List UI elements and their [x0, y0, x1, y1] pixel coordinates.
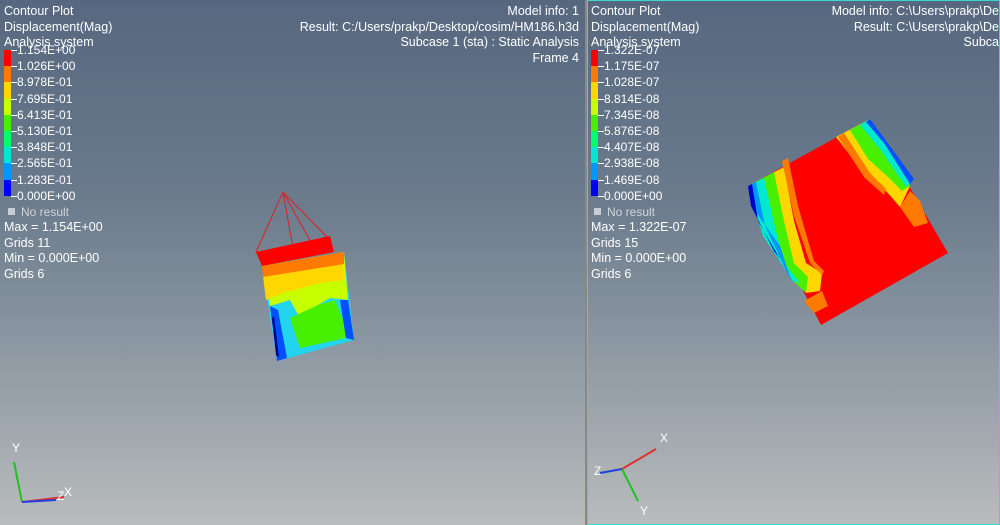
right-result-path: Result: C:\Users\prakp\De	[853, 19, 999, 34]
right-max-grid: Grids 15	[591, 235, 639, 250]
legend-value: 5.876E-08	[604, 123, 660, 138]
right-min-grid: Grids 6	[591, 266, 632, 281]
legend-value: 8.978E-01	[17, 75, 73, 90]
left-max-grid: Grids 11	[4, 235, 51, 250]
right-axis-x-label: X	[660, 431, 668, 445]
legend-value: 1.026E+00	[17, 59, 76, 74]
left-axis-y-label: Y	[12, 441, 20, 455]
legend-value: 0.000E+00	[604, 188, 663, 203]
right-min: Min = 0.000E+00	[591, 251, 687, 265]
right-model-info-line: Model info: C:\Users\prakp\De	[831, 4, 999, 18]
right-model-info: Model info: C:\Users\prakp\De Result: C:…	[832, 4, 999, 51]
left-result-path: Result: C:/Users/prakp/Desktop/cosim/HM1…	[299, 19, 579, 34]
legend-value: 7.345E-08	[604, 107, 660, 122]
right-axis-z-label: Z	[594, 464, 601, 478]
right-max: Max = 1.322E-07	[591, 220, 687, 234]
legend-value: 1.028E-07	[604, 75, 660, 90]
right-axis-triad	[599, 448, 657, 502]
legend-value: 1.322E-07	[604, 43, 660, 57]
legend-value: 6.413E-01	[17, 107, 73, 122]
left-axis-x-label: X	[64, 485, 72, 499]
left-subcase: Subcase 1 (sta) : Static Analysis	[400, 35, 579, 49]
right-stats: Max = 1.322E-07 Grids 15 Min = 0.000E+00…	[591, 220, 687, 282]
legend-value: 3.848E-01	[17, 140, 73, 155]
left-axis-z-label: Z	[57, 489, 64, 503]
left-plot-title: Contour Plot	[4, 4, 74, 18]
legend-value: 8.814E-08	[604, 91, 660, 106]
right-contour-model	[748, 119, 948, 325]
legend-value: 1.469E-08	[604, 172, 660, 187]
legend-value: 7.695E-01	[17, 91, 73, 106]
no-result-swatch	[8, 208, 15, 215]
right-viewport[interactable]: X Y Z Contour Plot Displacement(Mag) Ana…	[587, 0, 1000, 525]
legend-value: 1.283E-01	[17, 172, 73, 187]
left-max: Max = 1.154E+00	[4, 220, 103, 234]
legend-value: 1.175E-07	[604, 59, 660, 74]
legend-value: 2.938E-08	[604, 156, 660, 171]
right-result-type: Displacement(Mag)	[591, 19, 700, 34]
right-subcase: Subca	[963, 35, 999, 49]
left-no-result: No result	[8, 205, 69, 219]
legend-value: 0.000E+00	[17, 188, 76, 203]
right-no-result: No result	[594, 205, 655, 219]
left-min: Min = 0.000E+00	[4, 251, 100, 265]
left-min-grid: Grids 6	[4, 266, 45, 281]
left-stats: Max = 1.154E+00 Grids 11 Min = 0.000E+00…	[4, 220, 103, 282]
legend-value: 2.565E-01	[17, 156, 73, 171]
right-plot-title: Contour Plot	[591, 4, 661, 18]
right-axis-y-label: Y	[640, 504, 648, 518]
left-contour-model	[255, 191, 354, 361]
left-viewport[interactable]: Y X Z Contour Plot Displacement(Mag) Ana…	[0, 0, 586, 525]
legend-value: 4.407E-08	[604, 140, 660, 155]
no-result-label: No result	[21, 205, 70, 219]
left-result-type: Displacement(Mag)	[4, 19, 113, 34]
legend-value: 1.154E+00	[17, 43, 76, 57]
left-model-info-line: Model info: 1	[507, 4, 579, 18]
no-result-label: No result	[607, 205, 656, 219]
left-frame: Frame 4	[532, 50, 579, 65]
no-result-swatch	[594, 208, 601, 215]
left-model-info: Model info: 1 Result: C:/Users/prakp/Des…	[300, 4, 579, 66]
legend-value: 5.130E-01	[17, 123, 73, 138]
